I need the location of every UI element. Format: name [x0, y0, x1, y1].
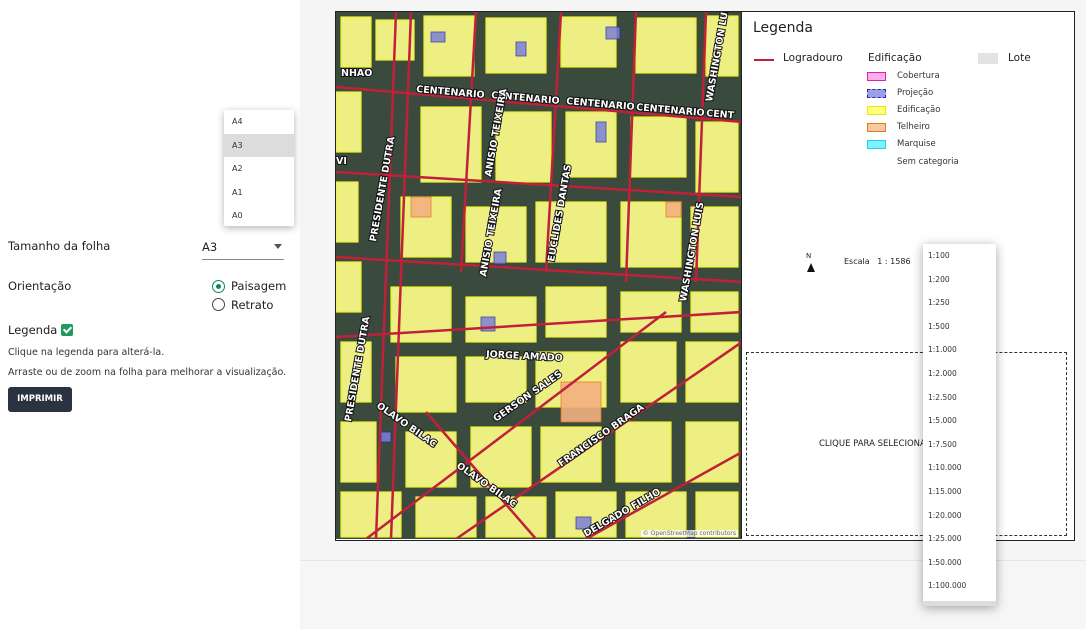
legend-item-label: Projeção [897, 88, 934, 98]
sheet-size-option[interactable]: A3 [224, 133, 294, 158]
hint-zoom: Arraste ou de zoom na folha para melhora… [8, 367, 287, 378]
scale-option[interactable]: 1:20.000 [923, 504, 996, 528]
orientation-landscape-label: Paisagem [231, 279, 287, 293]
scale-option[interactable]: 1:1.000 [923, 338, 996, 362]
orientation-portrait-radio[interactable] [212, 298, 225, 311]
north-label: N [806, 252, 812, 260]
scale-option[interactable]: 1:25.000 [923, 527, 996, 551]
legend-item-label: Sem categoria [897, 157, 959, 167]
scale-option[interactable]: 1:7.500 [923, 433, 996, 457]
legend-edificacao: Edificação [868, 52, 922, 64]
map-view[interactable]: © OpenStreetMap contributors NHAO CENTEN… [336, 12, 742, 539]
scale-option[interactable]: 1:5.000 [923, 409, 996, 433]
orientation-portrait-label: Retrato [231, 298, 274, 312]
sheet-size-option[interactable]: A0 [224, 204, 294, 228]
sheet-size-label: Tamanho da folha [8, 239, 111, 253]
sheet-size-option[interactable]: A1 [224, 181, 294, 205]
legend-item-label: Marquise [897, 139, 936, 149]
legend-checkbox[interactable] [61, 324, 73, 336]
legend-title[interactable]: Legenda [753, 20, 813, 36]
legend-lote: Lote [1008, 52, 1031, 64]
horizontal-scrollbar[interactable] [923, 601, 996, 606]
scale-dropdown: 1:100 1:200 1:250 1:500 1:1.000 1:2.000 … [923, 244, 996, 606]
marquise-swatch-icon [867, 140, 886, 149]
legend-item-label: Edificação [897, 105, 941, 115]
sheet-size-value: A3 [202, 240, 218, 254]
map-attribution: © OpenStreetMap contributors [640, 530, 738, 537]
legend-logradouro: Logradouro [783, 52, 843, 64]
legend-toggle-label: Legenda [8, 323, 58, 337]
sheet-size-option[interactable]: A2 [224, 157, 294, 181]
scale-prefix: Escala [844, 257, 870, 266]
north-arrow-icon [807, 263, 815, 272]
scale-option[interactable]: 1:100 [923, 244, 996, 268]
scale-option[interactable]: 1:250 [923, 291, 996, 315]
orientation-landscape-radio[interactable] [212, 280, 225, 293]
sheet-size-select[interactable]: A3 [202, 238, 284, 260]
scale-option[interactable]: 1:2.500 [923, 386, 996, 410]
hint-legend: Clique na legenda para alterá-la. [8, 347, 165, 358]
edificacao-swatch-icon [867, 106, 886, 115]
logradouro-line-icon [754, 59, 774, 61]
sheet-size-option[interactable]: A4 [224, 110, 294, 134]
scale-option[interactable]: 1:15.000 [923, 480, 996, 504]
cobertura-swatch-icon [867, 72, 886, 81]
scale-option[interactable]: 1:100.000 [923, 574, 996, 598]
chevron-down-icon [274, 244, 282, 249]
map-canvas [336, 12, 741, 539]
projecao-swatch-icon [867, 89, 886, 98]
scale-display[interactable]: Escala 1 : 1586 [844, 257, 911, 266]
scale-option[interactable]: 1:500 [923, 315, 996, 339]
select-area-box[interactable]: CLIQUE PARA SELECIONAR [746, 352, 1067, 536]
scale-option[interactable]: 1:10.000 [923, 456, 996, 480]
orientation-label: Orientação [8, 279, 72, 293]
scale-option[interactable]: 1:50.000 [923, 551, 996, 575]
legend-item-label: Cobertura [897, 71, 940, 81]
select-area-text: CLIQUE PARA SELECIONAR [819, 439, 932, 449]
telheiro-swatch-icon [867, 123, 886, 132]
legend-item-label: Telheiro [897, 122, 930, 132]
scale-option[interactable]: 1:200 [923, 268, 996, 292]
settings-panel: A4 A3 A2 A1 A0 Tamanho da folha A3 Orien… [0, 0, 300, 629]
sheet-size-dropdown: A4 A3 A2 A1 A0 [224, 110, 294, 226]
print-button[interactable]: IMPRIMIR [8, 387, 72, 412]
lote-swatch-icon [978, 53, 998, 64]
scale-option[interactable]: 1:2.000 [923, 362, 996, 386]
scale-value: 1 : 1586 [877, 257, 911, 266]
